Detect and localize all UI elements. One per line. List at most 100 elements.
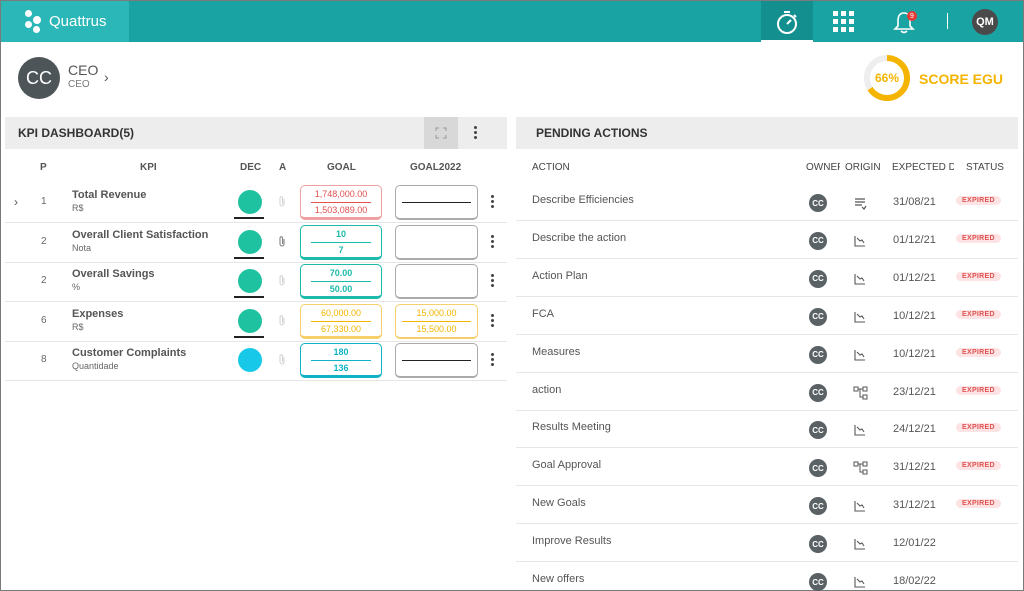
kpi-menu-icon[interactable] — [468, 117, 482, 149]
goal2022-box[interactable]: 15,000.00 15,500.00 — [395, 303, 478, 339]
decision-status-dot[interactable] — [238, 190, 262, 214]
bell-icon[interactable] — [891, 1, 917, 42]
action-name[interactable]: Goal Approval — [532, 459, 601, 471]
owner-avatar[interactable]: CC — [809, 459, 827, 478]
col-header-origin[interactable]: ORIGIN — [845, 162, 881, 173]
brand-home-link[interactable]: Quattrus — [1, 1, 129, 42]
pending-action-row[interactable]: action CC 23/12/21 EXPIRED — [516, 373, 1018, 411]
chart-origin-icon[interactable] — [853, 348, 869, 362]
pending-action-row[interactable]: FCA CC 10/12/21 EXPIRED — [516, 297, 1018, 335]
pending-action-row[interactable]: Describe the action CC 01/12/21 EXPIRED — [516, 221, 1018, 259]
decision-status-dot[interactable] — [238, 229, 262, 254]
action-name[interactable]: Measures — [532, 346, 580, 358]
goal2022-box[interactable] — [395, 264, 478, 299]
col-header-a[interactable]: A — [279, 162, 286, 173]
kpi-row[interactable]: 2 Overall Client Satisfaction Nota 10 7 — [5, 223, 507, 263]
attachment-icon[interactable] — [278, 353, 286, 369]
kpi-name[interactable]: Overall Savings — [72, 268, 155, 280]
owner-avatar[interactable]: CC — [809, 269, 827, 288]
chart-origin-icon[interactable] — [853, 423, 869, 437]
action-name[interactable]: Describe Efficiencies — [532, 194, 634, 206]
chart-origin-icon[interactable] — [853, 499, 869, 513]
col-header-expected-date[interactable]: EXPECTED DA — [892, 162, 954, 173]
decision-status-dot[interactable] — [238, 348, 262, 372]
profile-name[interactable]: CEO — [68, 62, 98, 78]
goal-box[interactable]: 70.00 50.00 — [300, 264, 382, 299]
chart-origin-icon[interactable] — [853, 310, 869, 324]
attachment-icon[interactable] — [278, 314, 286, 330]
row-menu-icon[interactable] — [489, 353, 495, 369]
kpi-row[interactable]: 6 Expenses R$ 60,000.00 67,330.00 15,000.00 15… — [5, 302, 507, 342]
chevron-right-icon[interactable]: › — [104, 69, 109, 85]
row-menu-icon[interactable] — [489, 313, 495, 330]
row-menu-icon[interactable] — [489, 234, 495, 251]
attachment-icon[interactable] — [278, 274, 286, 290]
action-name[interactable]: Results Meeting — [532, 421, 611, 433]
action-name[interactable]: Improve Results — [532, 535, 611, 547]
pending-action-row[interactable]: New Goals CC 31/12/21 EXPIRED — [516, 486, 1018, 525]
chart-origin-icon[interactable] — [853, 575, 869, 589]
kpi-row[interactable]: › 1 Total Revenue R$ 1,748,000.00 1,503,089.0… — [5, 183, 507, 223]
chart-origin-icon[interactable] — [853, 234, 869, 248]
chart-origin-icon[interactable] — [853, 537, 869, 551]
pending-action-row[interactable]: Goal Approval CC 31/12/21 EXPIRED — [516, 448, 1018, 487]
goal-box[interactable]: 10 7 — [300, 224, 382, 260]
action-name[interactable]: Describe the action — [532, 232, 626, 244]
col-header-kpi[interactable]: KPI — [140, 162, 157, 173]
goal2022-box[interactable] — [395, 185, 478, 220]
stopwatch-icon[interactable] — [773, 1, 801, 42]
pending-action-row[interactable]: Action Plan CC 01/12/21 EXPIRED — [516, 259, 1018, 297]
list-origin-icon[interactable] — [853, 196, 869, 210]
decision-status-dot[interactable] — [238, 269, 262, 293]
chart-origin-icon[interactable] — [853, 272, 869, 286]
goal-box[interactable]: 1,748,000.00 1,503,089.00 — [300, 185, 382, 220]
user-avatar[interactable]: QM — [972, 9, 998, 35]
owner-avatar[interactable]: CC — [809, 345, 827, 364]
owner-avatar[interactable]: CC — [809, 231, 827, 250]
action-name[interactable]: FCA — [532, 308, 554, 320]
decision-status-dot[interactable] — [238, 308, 262, 333]
kpi-name[interactable]: Customer Complaints — [72, 347, 186, 359]
goal2022-box[interactable] — [395, 224, 478, 260]
goal-box[interactable]: 180 136 — [300, 343, 382, 378]
tree-origin-icon[interactable] — [853, 386, 869, 400]
col-header-goal2022[interactable]: GOAL2022 — [410, 162, 461, 173]
action-name[interactable]: action — [532, 384, 561, 396]
row-menu-icon[interactable] — [489, 195, 495, 211]
owner-avatar[interactable]: CC — [809, 383, 827, 402]
kpi-row[interactable]: 8 Customer Complaints Quantidade 180 136 — [5, 341, 507, 381]
profile-avatar[interactable]: CC — [18, 57, 60, 99]
owner-avatar[interactable]: CC — [809, 535, 827, 554]
goal2022-box[interactable] — [395, 343, 478, 378]
attachment-icon[interactable] — [278, 235, 286, 251]
col-header-action[interactable]: ACTION — [532, 162, 570, 173]
pending-action-row[interactable]: Measures CC 10/12/21 EXPIRED — [516, 335, 1018, 373]
expand-row-chevron-icon[interactable]: › — [14, 195, 18, 209]
owner-avatar[interactable]: CC — [809, 573, 827, 591]
kpi-row[interactable]: 2 Overall Savings% 70.00 50.00 — [5, 262, 507, 302]
col-header-goal[interactable]: GOAL — [327, 162, 356, 173]
pending-action-row[interactable]: Describe Efficiencies CC 31/08/21 EXPIRED — [516, 183, 1018, 221]
col-header-dec[interactable]: DEC — [240, 162, 261, 173]
expand-button[interactable] — [424, 117, 458, 149]
col-header-owner[interactable]: OWNEF — [806, 162, 840, 173]
pending-action-row[interactable]: Results Meeting CC 24/12/21 EXPIRED — [516, 410, 1018, 449]
col-header-p[interactable]: P — [40, 162, 47, 173]
kpi-name[interactable]: Total Revenue — [72, 189, 146, 201]
owner-avatar[interactable]: CC — [809, 497, 827, 516]
owner-avatar[interactable]: CC — [809, 307, 827, 326]
owner-avatar[interactable]: CC — [809, 194, 827, 212]
action-name[interactable]: New Goals — [532, 497, 586, 509]
kpi-name[interactable]: Overall Client Satisfaction — [72, 229, 208, 241]
row-menu-icon[interactable] — [489, 274, 495, 290]
pending-action-row[interactable]: New offers CC 18/02/22 — [516, 562, 1018, 591]
action-name[interactable]: New offers — [532, 573, 584, 585]
col-header-status[interactable]: STATUS — [966, 162, 1004, 173]
attachment-icon[interactable] — [278, 195, 286, 211]
tree-origin-icon[interactable] — [853, 461, 869, 475]
action-name[interactable]: Action Plan — [532, 270, 588, 282]
owner-avatar[interactable]: CC — [809, 421, 827, 440]
pending-action-row[interactable]: Improve Results CC 12/01/22 — [516, 524, 1018, 563]
kpi-name[interactable]: Expenses — [72, 308, 123, 320]
goal-box[interactable]: 60,000.00 67,330.00 — [300, 303, 382, 339]
